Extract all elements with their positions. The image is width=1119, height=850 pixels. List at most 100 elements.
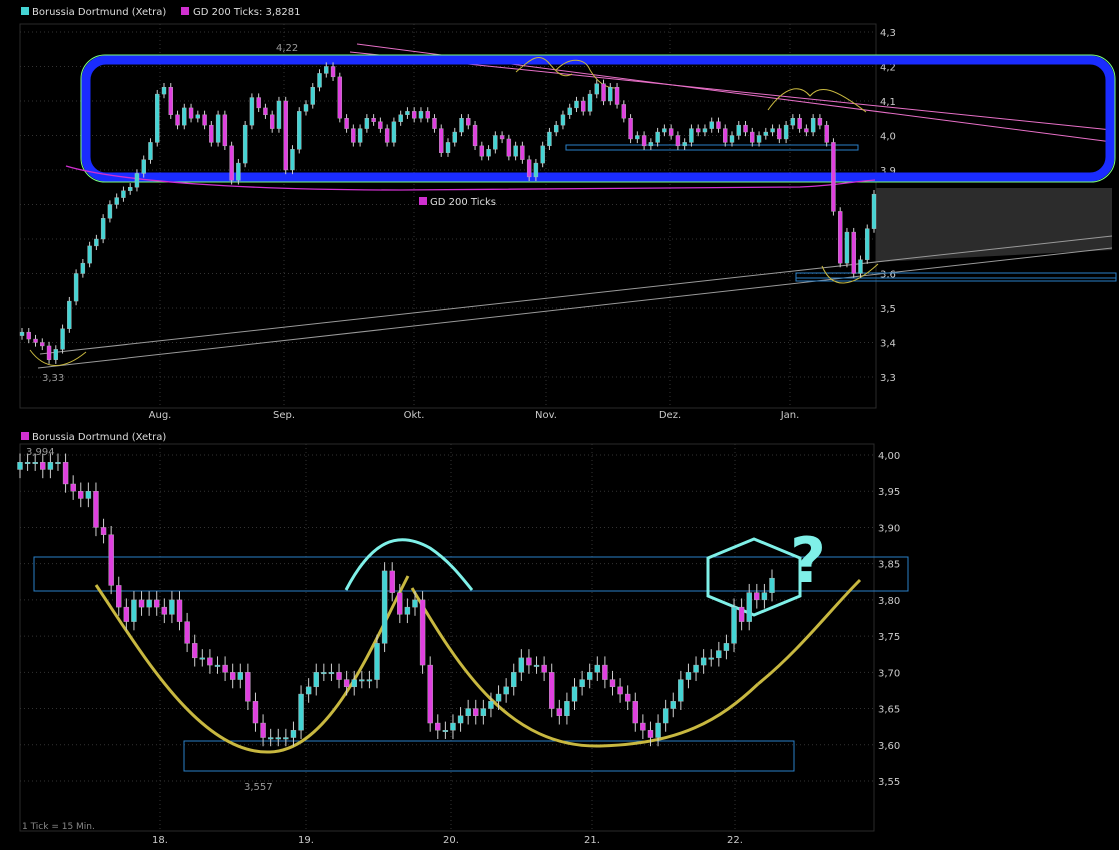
candle-body: [723, 643, 730, 651]
legend-swatch-stock: [21, 7, 29, 15]
candle-body: [824, 124, 829, 143]
candle-body: [594, 664, 600, 673]
candle-body: [127, 187, 133, 191]
candle-body: [556, 708, 563, 716]
candle-body: [398, 114, 403, 122]
candle-body: [161, 86, 167, 95]
candle-body: [344, 118, 349, 129]
candle-body: [647, 730, 654, 738]
top-low-annotation: 3,33: [42, 373, 64, 384]
candle-body: [682, 142, 687, 147]
candle-body: [411, 111, 417, 119]
gray-trend-channel: [876, 188, 1112, 262]
candle-body: [432, 118, 437, 129]
candle-body: [746, 592, 752, 622]
candle-body: [141, 159, 146, 174]
x-tick-label: 22.: [727, 835, 743, 846]
support-box-top: [565, 144, 859, 151]
candle-body: [493, 135, 498, 150]
bottom-chart-frame: [19, 443, 875, 832]
candle-body: [511, 672, 517, 688]
candle-body: [608, 86, 613, 102]
candle-body: [343, 679, 350, 688]
candle-body: [24, 462, 31, 464]
candle-body: [655, 131, 660, 143]
candle-body: [609, 679, 616, 688]
candle-body: [94, 238, 99, 247]
candle-body: [466, 118, 471, 126]
candle-body: [236, 162, 241, 181]
legend-swatch-gd200: [181, 7, 189, 15]
candle-body: [336, 672, 342, 680]
candle-body: [168, 86, 173, 115]
candle-body: [567, 107, 572, 116]
y-tick-label: 3,80: [878, 596, 900, 607]
candle-body: [459, 118, 464, 133]
support-trendline-upper: [39, 235, 1113, 355]
candle-body: [397, 592, 403, 615]
candle-body: [53, 349, 59, 360]
candle-body: [215, 114, 221, 143]
x-tick-label: Nov.: [535, 410, 557, 421]
candle-body: [237, 672, 243, 680]
candle-body: [495, 693, 502, 702]
candle-body: [520, 145, 525, 160]
candle-body: [169, 599, 175, 615]
candle-body: [100, 527, 107, 535]
candle-body: [108, 534, 114, 586]
candle-body: [513, 145, 518, 157]
bottom-low-annotation: 3,557: [244, 782, 273, 793]
candle-body: [442, 730, 449, 732]
candle-body: [207, 657, 213, 666]
y-tick-label: 3,4: [880, 339, 896, 350]
candle-body: [298, 693, 304, 731]
bottom-high-annotation: 3,994: [26, 447, 55, 458]
candle-body: [540, 145, 545, 164]
candle-body: [405, 111, 410, 115]
candle-body: [114, 197, 119, 205]
candle-body: [506, 138, 512, 157]
candle-body: [574, 100, 579, 109]
candle-body: [831, 142, 836, 212]
candle-body: [155, 93, 160, 143]
candle-body: [161, 606, 168, 615]
candle-body: [602, 664, 608, 680]
chart-stage: 4,34,24,14,03,93,83,73,63,53,43,3Aug.Sep…: [17, 7, 1117, 846]
candle-body: [107, 204, 113, 219]
candle-body: [337, 76, 343, 119]
y-tick-label: 3,3: [880, 373, 896, 384]
candle-body: [777, 128, 782, 140]
candle-body: [648, 142, 654, 147]
candle-body: [628, 118, 633, 140]
candle-body: [330, 66, 336, 78]
candle-body: [472, 124, 478, 147]
candle-body: [175, 114, 180, 126]
candle-body: [479, 145, 485, 157]
candle-body: [621, 104, 627, 119]
candle-body: [783, 124, 789, 140]
candle-body: [586, 672, 593, 680]
y-tick-label: 3,5: [880, 304, 896, 315]
candle-body: [439, 128, 444, 153]
candle-body: [488, 701, 494, 709]
candle-body: [754, 592, 760, 601]
candle-body: [222, 664, 228, 673]
candle-body: [123, 606, 130, 622]
candle-body: [445, 142, 451, 153]
gd200-inline-label: GD 200 Ticks: [430, 197, 496, 208]
candle-body: [662, 128, 667, 133]
candle-body: [374, 643, 380, 680]
candle-body: [378, 121, 383, 129]
candle-body: [313, 672, 319, 688]
y-tick-label: 3,85: [878, 560, 900, 571]
question-mark-icon: ?: [790, 524, 826, 597]
candle-body: [614, 86, 620, 105]
candle-body: [624, 693, 631, 702]
candle-body: [256, 97, 261, 109]
candle-body: [60, 328, 65, 350]
x-tick-label: 21.: [584, 835, 600, 846]
candle-body: [617, 686, 623, 695]
hexagon-marker: [706, 537, 802, 617]
x-tick-label: Dez.: [659, 410, 681, 421]
resistance-box: [33, 556, 909, 592]
